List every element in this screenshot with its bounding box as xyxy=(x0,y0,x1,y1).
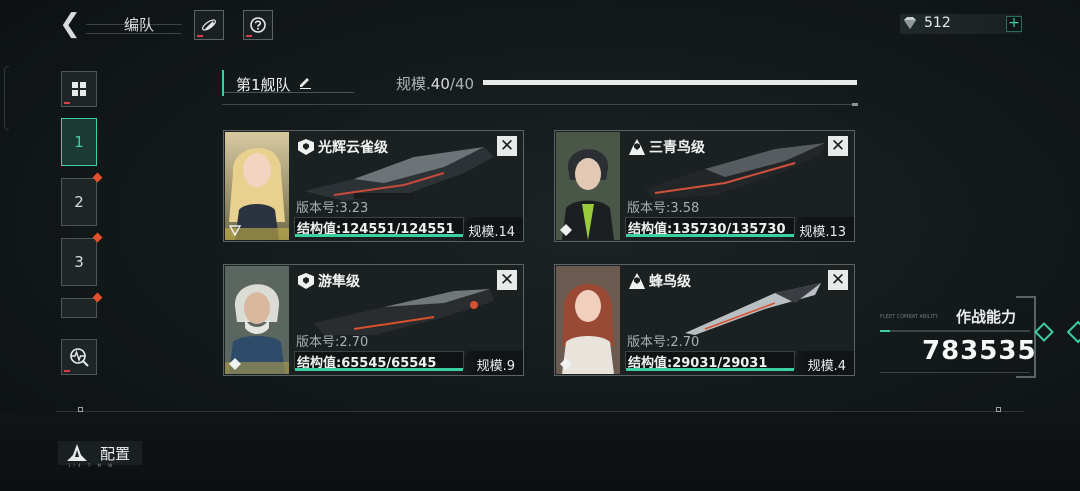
rank-emblem-icon xyxy=(229,358,241,370)
alert-dot xyxy=(92,172,103,183)
diamond-icon xyxy=(1034,322,1054,342)
alert-dot xyxy=(92,292,103,303)
team-tab-label: 1 xyxy=(74,133,84,151)
rocket-icon xyxy=(202,19,216,31)
team-tab-label: 3 xyxy=(74,253,84,271)
scan-button[interactable] xyxy=(61,339,97,375)
ship-name: 蜂鸟级 xyxy=(649,274,691,290)
structure-bar xyxy=(295,368,463,371)
help-button[interactable] xyxy=(243,10,273,40)
config-caption: 1/4 7 M W xyxy=(68,463,116,468)
header-divider xyxy=(222,103,858,106)
config-label: 配置 xyxy=(100,445,131,463)
currency-value: 512 xyxy=(924,15,951,31)
team-tab-3[interactable]: 3 xyxy=(61,232,103,286)
structure-bar xyxy=(626,368,794,371)
structure-bar xyxy=(626,234,794,237)
side-bracket xyxy=(4,66,9,130)
structure-box: 结构值:124551/124551 xyxy=(294,217,464,237)
combat-power-label: 作战能力 xyxy=(956,308,1017,326)
fleet-header[interactable]: 第1舰队 xyxy=(222,70,354,96)
ship-scale: 规模.14 xyxy=(468,225,515,240)
ship-scale: 规模.9 xyxy=(476,359,515,374)
ship-card[interactable]: 游隼级 ✕ 版本号:2.70 结构值:65545/65545 规模.9 xyxy=(223,264,524,376)
rank-triangle-icon xyxy=(228,225,242,237)
power-caption: FLEET COMBAT ABILITY xyxy=(880,314,939,320)
ship-scale: 规模.13 xyxy=(799,225,846,240)
ship-version: 版本号:3.58 xyxy=(627,201,700,216)
structure-box: 结构值:29031/29031 xyxy=(625,351,795,371)
structure-box: 结构值:135730/135730 xyxy=(625,217,795,237)
rank-emblem-icon xyxy=(560,224,572,236)
structure-bar xyxy=(295,234,463,237)
structure-box: 结构值:65545/65545 xyxy=(294,351,464,371)
fleet-config-icon xyxy=(67,444,87,461)
diamond-icon xyxy=(1066,320,1080,344)
ship-version: 版本号:3.23 xyxy=(296,201,369,216)
ship-scale: 规模.4 xyxy=(807,359,846,374)
fleet-scale-bar xyxy=(483,80,857,85)
power-underline xyxy=(880,372,1030,373)
page-title: 编队 xyxy=(124,16,155,34)
remove-ship-button[interactable]: ✕ xyxy=(497,136,517,156)
ship-card[interactable]: 蜂鸟级 ✕ 版本号:2.70 结构值:29031/29031 规模.4 xyxy=(554,264,855,376)
scan-search-icon xyxy=(70,348,89,367)
scale-label: 规模. xyxy=(396,75,431,93)
ship-card[interactable]: 光辉云雀级 ✕ 版本号:3.23 结构值:124551/124551 规模.14 xyxy=(223,130,524,242)
ship-card[interactable]: 三青鸟级 ✕ 版本号:3.58 结构值:135730/135730 规模.13 xyxy=(554,130,855,242)
add-currency-button[interactable]: + xyxy=(1006,16,1022,32)
ship-version: 版本号:2.70 xyxy=(296,335,369,350)
team-tab-2[interactable]: 2 xyxy=(61,172,103,226)
combat-power-panel: FLEET COMBAT ABILITY 作战能力 783535 xyxy=(876,296,1036,378)
power-divider xyxy=(880,330,1030,332)
fleet-scale: 规模.40/40 xyxy=(396,73,474,94)
fleet-underline xyxy=(224,92,354,93)
grid-view-button[interactable] xyxy=(61,71,97,107)
ship-name: 三青鸟级 xyxy=(649,140,705,156)
config-button[interactable]: 配置 1/4 7 M W xyxy=(58,441,142,468)
crystal-icon xyxy=(904,17,916,29)
team-tab-4[interactable] xyxy=(61,292,103,318)
divider-tick xyxy=(78,407,83,412)
remove-ship-button[interactable]: ✕ xyxy=(828,270,848,290)
edit-icon[interactable] xyxy=(298,75,312,89)
currency-display: 512 + xyxy=(900,14,1022,34)
remove-ship-button[interactable]: ✕ xyxy=(497,270,517,290)
ship-name: 游隼级 xyxy=(318,274,360,290)
rank-emblem-icon xyxy=(560,358,572,370)
team-tab-label: 2 xyxy=(74,193,84,211)
combat-power-value: 783535 xyxy=(922,336,1037,366)
question-icon xyxy=(250,17,266,33)
bottom-divider xyxy=(56,411,1024,412)
grid-icon xyxy=(72,82,86,96)
scale-current: 40 xyxy=(430,75,450,93)
top-bar: ❮ 编队 512 + xyxy=(0,0,1080,48)
alert-dot xyxy=(92,232,103,243)
ship-version: 版本号:2.70 xyxy=(627,335,700,350)
back-icon[interactable]: ❮ xyxy=(58,10,82,38)
scale-max: 40 xyxy=(454,75,475,93)
ship-name: 光辉云雀级 xyxy=(318,140,388,156)
divider-tick xyxy=(996,407,1001,412)
remove-ship-button[interactable]: ✕ xyxy=(828,136,848,156)
team-tab-1[interactable]: 1 xyxy=(61,118,97,166)
rocket-button[interactable] xyxy=(194,10,224,40)
bottom-panel xyxy=(0,412,1080,491)
